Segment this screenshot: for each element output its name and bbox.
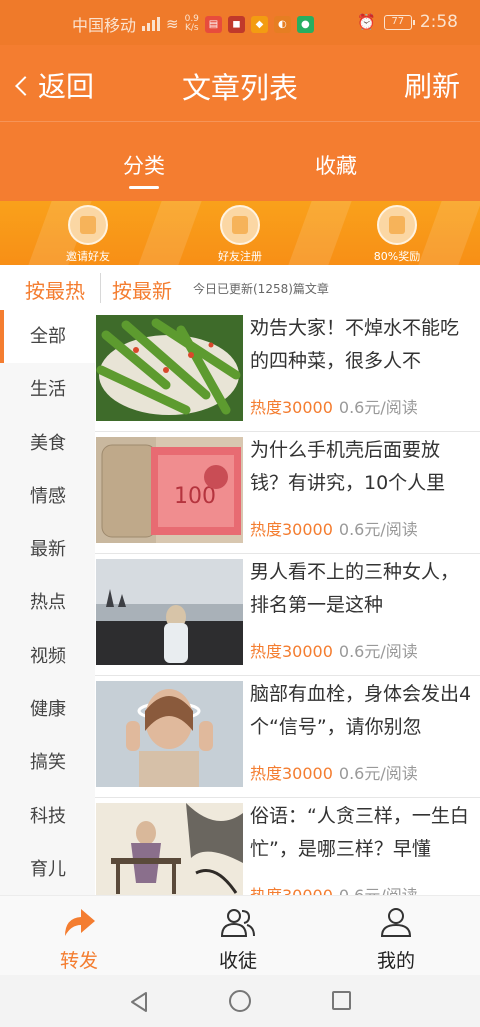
nav-label: 收徒 bbox=[218, 950, 257, 972]
divider bbox=[100, 273, 101, 303]
sort-bar: 按最热 按最新 今日已更新(1258)篇文章 bbox=[0, 265, 480, 310]
article-item[interactable]: 100 为什么手机壳后面要放钱？有讲究，10个人里 热度30000 0.6元/阅读 bbox=[95, 432, 480, 554]
sort-by-new-button[interactable]: 按最新 bbox=[112, 275, 172, 304]
app-notification-icon: ● bbox=[296, 15, 314, 33]
article-thumbnail bbox=[96, 681, 243, 787]
tab-bar: 分类 收藏 bbox=[0, 121, 480, 201]
price-label: 0.6元/阅读 bbox=[338, 398, 418, 417]
article-meta: 热度30000 0.6元/阅读 bbox=[250, 638, 418, 662]
banner-item-invite[interactable]: 邀请好友 bbox=[33, 205, 143, 264]
category-item-health[interactable]: 健康 bbox=[0, 683, 95, 736]
app-notification-icon: ◼ bbox=[227, 15, 245, 33]
price-label: 0.6元/阅读 bbox=[339, 886, 418, 895]
svg-text:100: 100 bbox=[174, 484, 216, 509]
banner-label: 好友注册 bbox=[218, 250, 262, 263]
system-navigation-bar bbox=[0, 975, 480, 1027]
system-recents-icon[interactable] bbox=[332, 991, 351, 1010]
bottom-navigation: 转发 收徒 我的 bbox=[0, 895, 480, 975]
tab-category[interactable]: 分类 bbox=[84, 150, 204, 180]
app-notification-icon: ◐ bbox=[273, 15, 291, 33]
category-item-parenting[interactable]: 育儿 bbox=[0, 843, 95, 895]
system-home-icon[interactable] bbox=[229, 990, 251, 1012]
category-item-funny[interactable]: 搞笑 bbox=[0, 736, 95, 789]
share-arrow-icon bbox=[65, 909, 95, 936]
banner-item-reward[interactable]: 80%奖励 bbox=[342, 205, 452, 264]
price-label: 0.6元/阅读 bbox=[338, 764, 418, 783]
app-notification-icon: ▤ bbox=[204, 15, 222, 33]
nav-mine[interactable]: 我的 bbox=[351, 906, 441, 973]
category-item-food[interactable]: 美食 bbox=[0, 417, 95, 470]
heat-label: 热度30000 bbox=[250, 642, 333, 661]
category-item-life[interactable]: 生活 bbox=[0, 363, 95, 416]
speed-unit: K/s bbox=[184, 23, 199, 33]
category-item-video[interactable]: 视频 bbox=[0, 630, 95, 683]
status-bar: 中国移动 ≋ 0.9 K/s ▤ ◼ ◆ ◐ ● ⏰ 77 2:58 bbox=[0, 0, 480, 45]
price-label: 0.6元/阅读 bbox=[338, 520, 418, 539]
tab-favorites[interactable]: 收藏 bbox=[276, 150, 396, 180]
article-title: 俗语：“人贪三样，一生白忙”，是哪三样？早懂 bbox=[250, 805, 469, 860]
article-title: 为什么手机壳后面要放钱？有讲究，10个人里 bbox=[250, 439, 446, 494]
nav-apprentice[interactable]: 收徒 bbox=[193, 906, 283, 973]
refresh-button[interactable]: 刷新 bbox=[404, 65, 460, 105]
carrier-label: 中国移动 bbox=[72, 16, 137, 35]
article-item[interactable]: 脑部有血栓，身体会发出4个“信号”，请你别忽 热度30000 0.6元/阅读 bbox=[95, 676, 480, 798]
banner-label: 邀请好友 bbox=[66, 250, 110, 263]
category-item-latest[interactable]: 最新 bbox=[0, 523, 95, 576]
clock: 2:58 bbox=[419, 12, 458, 32]
article-thumbnail bbox=[96, 559, 243, 665]
article-thumbnail bbox=[96, 315, 243, 421]
sort-by-hot-button[interactable]: 按最热 bbox=[25, 275, 85, 304]
status-right: ⏰ 77 2:58 bbox=[357, 12, 458, 32]
register-icon bbox=[220, 205, 260, 245]
alarm-icon: ⏰ bbox=[357, 13, 376, 31]
article-title: 脑部有血栓，身体会发出4个“信号”，请你别忽 bbox=[250, 683, 472, 738]
article-title: 男人看不上的三种女人，排名第一是这种 bbox=[250, 561, 460, 616]
category-sidebar: 全部 生活 美食 情感 最新 热点 视频 健康 搞笑 科技 育儿 bbox=[0, 310, 95, 895]
price-label: 0.6元/阅读 bbox=[338, 642, 418, 661]
category-item-all[interactable]: 全部 bbox=[0, 310, 95, 364]
article-item[interactable]: 男人看不上的三种女人，排名第一是这种 热度30000 0.6元/阅读 bbox=[95, 554, 480, 676]
heart-envelope-icon bbox=[68, 205, 108, 245]
active-tab-indicator bbox=[129, 186, 159, 189]
two-users-icon bbox=[220, 909, 255, 937]
nav-share[interactable]: 转发 bbox=[34, 906, 124, 973]
app-notification-icon: ◆ bbox=[250, 15, 268, 33]
heat-label: 热度30000 bbox=[250, 520, 333, 539]
reward-bag-icon bbox=[377, 205, 417, 245]
category-item-emotion[interactable]: 情感 bbox=[0, 470, 95, 523]
reward-banner: 邀请好友 好友注册 80%奖励 bbox=[0, 201, 480, 265]
article-title: 劝告大家！不焯水不能吃的四种菜，很多人不 bbox=[250, 317, 460, 372]
banner-label: 80%奖励 bbox=[373, 250, 421, 263]
status-left: 中国移动 ≋ 0.9 K/s ▤ ◼ ◆ ◐ ● bbox=[72, 12, 314, 36]
article-item[interactable]: 劝告大家！不焯水不能吃的四种菜，很多人不 热度30000 0.6元/阅读 bbox=[95, 310, 480, 432]
banner-item-register[interactable]: 好友注册 bbox=[185, 205, 295, 264]
article-meta: 热度30000 0.6元/阅读 bbox=[250, 394, 418, 418]
user-icon bbox=[380, 908, 412, 937]
app-header: 返回 文章列表 刷新 bbox=[0, 45, 480, 121]
article-list: 劝告大家！不焯水不能吃的四种菜，很多人不 热度30000 0.6元/阅读 100 … bbox=[95, 310, 480, 895]
battery-icon: 77 bbox=[383, 14, 415, 30]
nav-label: 我的 bbox=[376, 950, 415, 972]
network-speed: 0.9 K/s bbox=[185, 15, 199, 33]
update-info: 今日已更新(1258)篇文章 bbox=[193, 282, 329, 296]
article-meta: 热度30000 0.6元/阅读 bbox=[250, 882, 418, 895]
nav-label: 转发 bbox=[59, 950, 98, 972]
heat-label: 热度30000 bbox=[250, 764, 333, 783]
article-thumbnail: 100 bbox=[96, 437, 243, 543]
article-meta: 热度30000 0.6元/阅读 bbox=[250, 516, 418, 540]
category-item-hot[interactable]: 热点 bbox=[0, 576, 95, 629]
article-meta: 热度30000 0.6元/阅读 bbox=[250, 760, 418, 784]
heat-label: 热度30000 bbox=[250, 886, 333, 895]
category-item-tech[interactable]: 科技 bbox=[0, 790, 95, 843]
heat-label: 热度30000 bbox=[250, 398, 333, 417]
signal-icon bbox=[142, 17, 161, 31]
wifi-icon: ≋ bbox=[166, 15, 179, 33]
system-back-icon[interactable] bbox=[129, 991, 149, 1013]
article-thumbnail bbox=[96, 803, 243, 895]
article-item[interactable]: 俗语：“人贪三样，一生白忙”，是哪三样？早懂 热度30000 0.6元/阅读 bbox=[95, 798, 480, 895]
